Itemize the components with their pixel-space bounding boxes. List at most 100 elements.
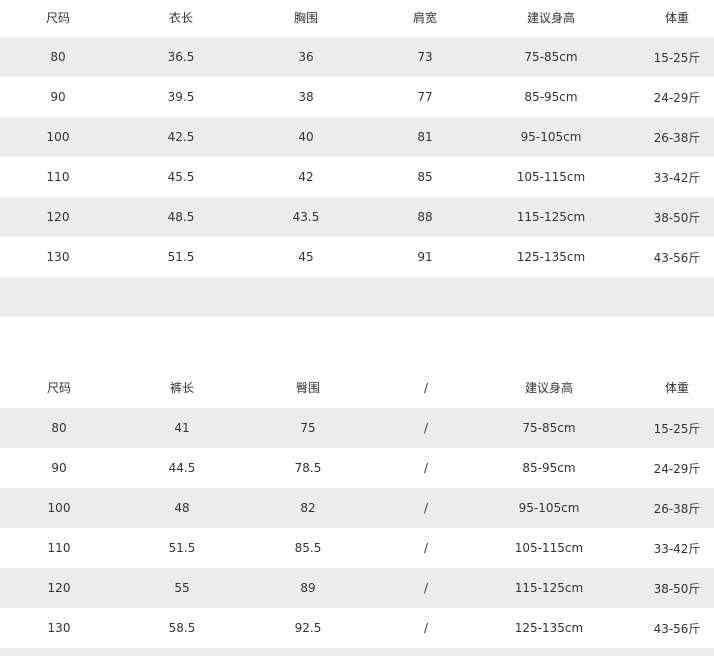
table-cell: / — [423, 461, 429, 475]
table-cell: 36 — [298, 50, 314, 64]
table-cell: 80 — [50, 50, 66, 64]
table-header-row: 尺码 衣长 胸围 肩宽 建议身高 体重 — [0, 0, 714, 37]
table-cell: / — [423, 541, 429, 555]
header-hip: 臀围 — [295, 381, 320, 395]
table-cell: 115-125cm — [514, 581, 584, 595]
table-row: 130 51.5 45 91 125-135cm 43-56斤 — [0, 237, 714, 277]
table-cell: 51.5 — [167, 250, 195, 264]
table-cell: 38-50斤 — [653, 581, 701, 596]
table-cell: 26-38斤 — [653, 130, 701, 145]
table-cell: 89 — [300, 581, 316, 595]
header-weight: 体重 — [664, 381, 689, 395]
table-cell: 77 — [417, 90, 433, 104]
table-row: 120 48.5 43.5 88 115-125cm 38-50斤 — [0, 197, 714, 237]
table-cell: 48.5 — [167, 210, 195, 224]
table-cell: 45.5 — [167, 170, 195, 184]
table-cell: 15-25斤 — [653, 421, 701, 436]
table-cell: 81 — [417, 130, 433, 144]
table-cell: 75-85cm — [524, 50, 578, 64]
table-cell: 48 — [174, 501, 190, 515]
table-cell: 41 — [174, 421, 190, 435]
table-cell: 91 — [417, 250, 433, 264]
table-cell: 40 — [298, 130, 314, 144]
table-cell: 130 — [46, 250, 70, 264]
table-row: 110 45.5 42 85 105-115cm 33-42斤 — [0, 157, 714, 197]
table-row: 90 39.5 38 77 85-95cm 24-29斤 — [0, 77, 714, 117]
table-row: 100 48 82 / 95-105cm 26-38斤 — [0, 488, 714, 528]
table-cell: 75 — [300, 421, 316, 435]
table-cell: 75-85cm — [522, 421, 576, 435]
table-cell: 42.5 — [167, 130, 195, 144]
header-weight: 体重 — [664, 11, 689, 25]
table-cell: 85-95cm — [522, 461, 576, 475]
table-cell: 110 — [47, 541, 71, 555]
header-pants-length: 裤长 — [169, 381, 194, 395]
top-size-table: 尺码 衣长 胸围 肩宽 建议身高 体重 80 36.5 36 73 75-85c… — [0, 0, 714, 277]
table-cell: 43.5 — [292, 210, 320, 224]
table-cell: 100 — [46, 130, 70, 144]
table-cell: 85.5 — [294, 541, 322, 555]
empty-shaded-row — [0, 277, 714, 317]
table-cell: 105-115cm — [516, 170, 586, 184]
header-size: 尺码 — [45, 11, 70, 25]
header-length: 衣长 — [168, 11, 193, 25]
table-cell: 43-56斤 — [653, 250, 701, 265]
table-cell: 38 — [298, 90, 314, 104]
table-cell: / — [423, 581, 429, 595]
table-cell: / — [423, 501, 429, 515]
table-cell: 85-95cm — [524, 90, 578, 104]
table-cell: 24-29斤 — [653, 90, 701, 105]
table-cell: 39.5 — [167, 90, 195, 104]
table-cell: 33-42斤 — [653, 541, 701, 556]
table-cell: 80 — [51, 421, 67, 435]
table-cell: 44.5 — [168, 461, 196, 475]
table-cell: 125-135cm — [514, 621, 584, 635]
table-cell: 15-25斤 — [653, 50, 701, 65]
table-row: 130 58.5 92.5 / 125-135cm 43-56斤 — [0, 608, 714, 648]
table-cell: 125-135cm — [516, 250, 586, 264]
table-cell: 120 — [47, 581, 71, 595]
table-cell: 88 — [417, 210, 433, 224]
table-cell: 95-105cm — [518, 501, 580, 515]
table-cell: 115-125cm — [516, 210, 586, 224]
table-cell: 110 — [46, 170, 70, 184]
trailing-shaded-row — [0, 648, 714, 656]
table-cell: 95-105cm — [520, 130, 582, 144]
table-row: 90 44.5 78.5 / 85-95cm 24-29斤 — [0, 448, 714, 488]
table-row: 100 42.5 40 81 95-105cm 26-38斤 — [0, 117, 714, 157]
table-cell: 36.5 — [167, 50, 195, 64]
table-cell: 105-115cm — [514, 541, 584, 555]
table-cell: 51.5 — [168, 541, 196, 555]
header-size: 尺码 — [46, 381, 71, 395]
header-height: 建议身高 — [526, 11, 575, 25]
table-cell: 100 — [47, 501, 71, 515]
table-cell: 38-50斤 — [653, 210, 701, 225]
table-cell: 43-56斤 — [653, 621, 701, 636]
table-header-row: 尺码 裤长 臀围 / 建议身高 体重 — [0, 369, 714, 408]
table-cell: 90 — [50, 90, 66, 104]
table-cell: / — [423, 621, 429, 635]
table-cell: 45 — [298, 250, 314, 264]
table-cell: 26-38斤 — [653, 501, 701, 516]
table-cell: 42 — [298, 170, 314, 184]
header-slash: / — [423, 380, 429, 395]
table-cell: 85 — [417, 170, 433, 184]
table-cell: 90 — [51, 461, 67, 475]
header-shoulder: 肩宽 — [412, 11, 437, 25]
table-cell: 130 — [47, 621, 71, 635]
table-row: 80 41 75 / 75-85cm 15-25斤 — [0, 408, 714, 448]
header-chest: 胸围 — [293, 11, 318, 25]
table-row: 80 36.5 36 73 75-85cm 15-25斤 — [0, 37, 714, 77]
table-cell: 58.5 — [168, 621, 196, 635]
table-cell: 92.5 — [294, 621, 322, 635]
header-height: 建议身高 — [524, 381, 573, 395]
table-cell: / — [423, 421, 429, 435]
table-row: 110 51.5 85.5 / 105-115cm 33-42斤 — [0, 528, 714, 568]
table-cell: 33-42斤 — [653, 170, 701, 185]
table-cell: 73 — [417, 50, 433, 64]
table-cell: 55 — [174, 581, 190, 595]
table-cell: 24-29斤 — [653, 461, 701, 476]
table-cell: 78.5 — [294, 461, 322, 475]
table-cell: 82 — [300, 501, 316, 515]
table-row: 120 55 89 / 115-125cm 38-50斤 — [0, 568, 714, 608]
